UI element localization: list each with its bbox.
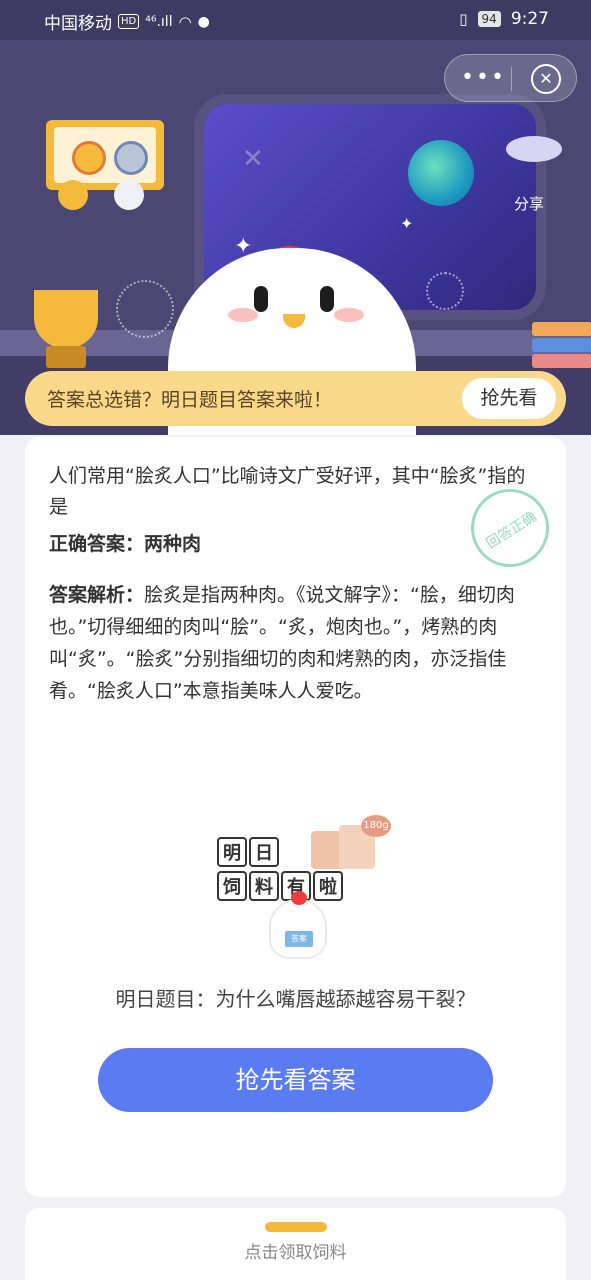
tile-char: 明: [217, 837, 247, 867]
wifi-icon: ◠: [178, 12, 192, 31]
gold-medal-icon: [72, 141, 106, 175]
carrier-name: 中国移动: [44, 14, 112, 34]
battery-icon: 94: [477, 11, 501, 27]
preview-answer-button[interactable]: 抢先看答案: [98, 1048, 493, 1112]
tile-char: 啦: [313, 871, 343, 901]
answer-banner[interactable]: 答案总选错？明日题目答案来啦！ 抢先看: [25, 371, 566, 426]
medal-frame: [46, 120, 164, 190]
correct-answer-value: 两种肉: [144, 533, 202, 555]
book-icon: 答案: [285, 931, 313, 947]
tile-char: 日: [249, 837, 279, 867]
question-text: 人们常用“脍炙人口”比喻诗文广受好评，其中“脍炙”指的是: [49, 465, 526, 518]
satellite-icon: ✕: [242, 144, 264, 174]
chicken-eye: [254, 286, 268, 312]
trophy-base: [46, 346, 86, 368]
bronze-medal-icon: [58, 180, 88, 210]
chicken-eye: [320, 286, 334, 312]
status-bar: 中国移动 HD ⁴⁶.ıll ◠ ● ▯ 94 9:27: [0, 0, 591, 40]
correct-answer: 正确答案：两种肉: [49, 529, 201, 556]
silver-medal-icon: [114, 141, 148, 175]
banner-text: 答案总选错？明日题目答案来啦！: [47, 389, 333, 411]
close-circle-icon[interactable]: ✕: [531, 64, 561, 94]
answer-card: 人们常用“脍炙人口”比喻诗文广受好评，其中“脍炙”指的是 回答正确 正确答案：两…: [25, 437, 566, 1197]
tile-char: 饲: [217, 871, 247, 901]
clock-time: 9:27: [510, 9, 549, 29]
answer-analysis: 答案解析：脍炙是指两种肉。《说文解字》：“脍，细切肉也。”切得细细的肉叫“脍”。…: [49, 579, 543, 707]
share-label[interactable]: 分享: [514, 193, 544, 214]
feed-illustration: 明 日 饲 料 有 啦 180g 答案: [213, 807, 391, 967]
tomorrow-question: 明日题目：为什么嘴唇越舔越容易干裂？: [115, 987, 476, 1011]
weight-tag: 180g: [361, 815, 391, 837]
vibrate-icon: ▯: [459, 10, 468, 28]
analysis-label: 答案解析：: [49, 584, 145, 606]
ufo-share-icon[interactable]: [506, 136, 562, 162]
dotted-ring: [426, 272, 464, 310]
sparkle-icon: ✦: [400, 214, 414, 233]
books-icon: [532, 322, 591, 372]
banner-preview-button[interactable]: 抢先看: [462, 378, 556, 419]
mini-program-capsule: ••• ✕: [444, 54, 577, 102]
correct-answer-label: 正确答案：: [49, 533, 145, 555]
chicken-blush: [334, 308, 364, 322]
hd-icon: HD: [118, 14, 140, 29]
trophy-icon: [34, 290, 98, 348]
planet-icon: [408, 140, 474, 206]
silver-badge-icon: [114, 180, 144, 210]
signal-icon: ⁴⁶.ıll: [145, 13, 173, 30]
drag-handle[interactable]: [265, 1222, 327, 1232]
claim-feed-label[interactable]: 点击领取饲料: [25, 1238, 566, 1263]
claim-feed-panel[interactable]: 点击领取饲料: [25, 1208, 566, 1280]
reading-chicken-icon: 答案: [269, 891, 327, 959]
chicken-blush: [228, 308, 258, 322]
dotted-ring: [116, 280, 174, 338]
more-dots-icon[interactable]: •••: [461, 65, 506, 90]
tile-char: 料: [249, 871, 279, 901]
message-icon: ●: [197, 13, 210, 30]
